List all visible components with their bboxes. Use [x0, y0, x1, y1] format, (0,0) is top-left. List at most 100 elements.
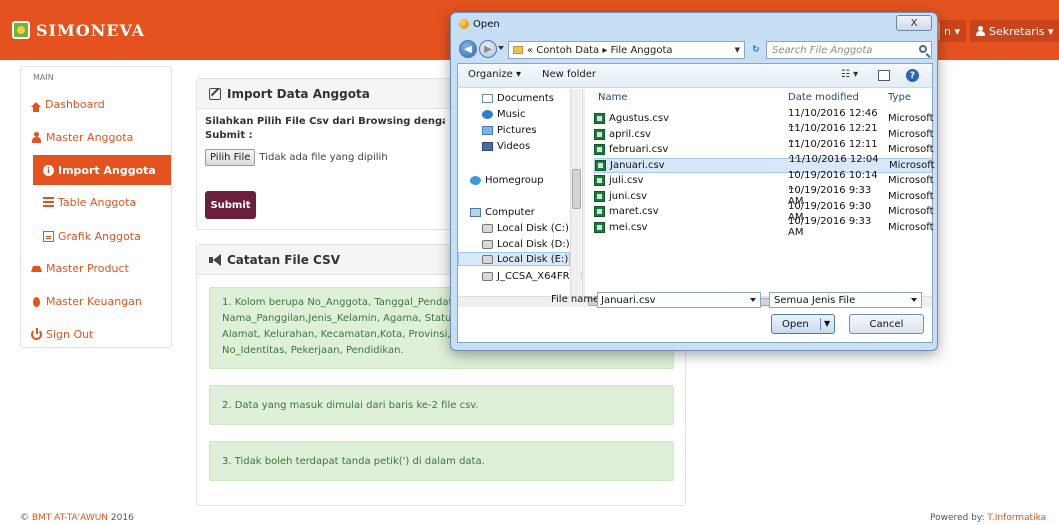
forward-arrow-icon[interactable]: ▶	[479, 40, 497, 58]
organize-menu[interactable]: Organize ▾	[468, 69, 521, 80]
fire-icon	[31, 296, 42, 307]
choose-file-button[interactable]: Pilih File	[205, 148, 256, 166]
user-icon	[976, 26, 985, 36]
home-icon	[31, 101, 41, 112]
back-arrow-icon[interactable]: ◀	[459, 40, 477, 58]
cancel-button[interactable]: Cancel	[849, 314, 924, 334]
circle-info-icon: i	[43, 164, 54, 176]
dialog-title: Open	[473, 18, 500, 30]
file-date: 10/19/2016 9:33 AM	[788, 216, 872, 238]
file-status: Tidak ada file yang dipilih	[259, 151, 388, 163]
computer-icon	[470, 207, 481, 217]
search-input[interactable]: Search File Anggota	[766, 41, 932, 59]
history-dropdown-icon[interactable]	[498, 46, 504, 50]
refresh-icon[interactable]: ↻	[748, 41, 764, 59]
file-type: Microsoft	[888, 175, 934, 186]
dialog-title-bar: Open	[459, 17, 500, 31]
search-icon[interactable]	[919, 45, 927, 53]
footer-org-link[interactable]: BMT AT-TA'AWUN	[32, 513, 108, 523]
dialog-close-button[interactable]: X	[896, 15, 932, 31]
tree-item-music[interactable]: Music	[482, 107, 525, 121]
tree-item-documents[interactable]: Documents	[482, 91, 554, 105]
file-name-input[interactable]: Januari.csv	[597, 292, 761, 308]
brand-logo-icon	[12, 21, 30, 39]
open-file-dialog: Open X ◀ ▶ « Contoh Data ▸ File Anggota …	[450, 12, 938, 351]
tree-scroll-thumb[interactable]	[572, 169, 581, 209]
sidebar-item-import-anggota[interactable]: i Import Anggota	[33, 155, 171, 185]
sidebar-item-sign-out[interactable]: Sign Out	[21, 319, 171, 349]
csv-file-icon	[594, 144, 605, 155]
sidebar: MAIN Dashboard Master Anggota i Import A…	[20, 66, 172, 348]
pane-splitter[interactable]	[582, 89, 585, 296]
tree-item-dvd[interactable]: J_CCSA_X64FRE_I	[482, 269, 582, 283]
sidebar-header: MAIN	[33, 73, 54, 82]
preview-pane-icon[interactable]	[878, 70, 890, 81]
tree-item-disk-d[interactable]: Local Disk (D:)	[482, 237, 570, 251]
sidebar-item-master-product[interactable]: Master Product	[21, 253, 171, 283]
footer-credit-link[interactable]: T.Informatika	[987, 513, 1046, 523]
tree-item-pictures[interactable]: Pictures	[482, 123, 537, 137]
tree-item-disk-e[interactable]: Local Disk (E:)	[458, 252, 570, 266]
file-name: februari.csv	[609, 144, 669, 155]
file-name: april.csv	[609, 128, 651, 140]
person-icon	[31, 131, 42, 143]
file-type-dropdown-icon[interactable]	[911, 298, 917, 302]
sidebar-item-table-anggota[interactable]: Table Anggota	[21, 187, 171, 217]
file-type: Microsoft	[888, 144, 934, 155]
address-bar[interactable]: « Contoh Data ▸ File Anggota ▼	[508, 41, 745, 59]
sidebar-item-master-keuangan[interactable]: Master Keuangan	[21, 286, 171, 316]
sidebar-item-master-anggota[interactable]: Master Anggota	[21, 122, 171, 152]
file-name: mei.csv	[609, 221, 648, 233]
column-date-modified[interactable]: Date modified	[788, 92, 859, 103]
sidebar-item-grafik-anggota[interactable]: Grafik Anggota	[21, 221, 171, 251]
address-dropdown-icon[interactable]: ▼	[735, 46, 740, 54]
user-menu-label: Sekretaris	[989, 24, 1045, 38]
disk-icon	[482, 223, 493, 233]
file-picker: Pilih File Tidak ada file yang dipilih	[205, 148, 388, 166]
file-type: Microsoft	[888, 113, 934, 124]
note-2: 2. Data yang masuk dimulai dari baris ke…	[209, 385, 674, 425]
view-options-icon[interactable]: ☷ ▾	[841, 69, 858, 80]
tree-item-disk-c[interactable]: Local Disk (C:)	[482, 221, 569, 235]
tree-item-homegroup[interactable]: Homegroup	[470, 173, 544, 187]
submit-button[interactable]: Submit	[205, 191, 256, 219]
nav-user-menu-partial[interactable]: n ▾	[940, 20, 966, 42]
file-name: juli.csv	[609, 175, 644, 186]
new-folder-button[interactable]: New folder	[542, 69, 596, 80]
file-name: maret.csv	[609, 206, 659, 217]
import-instruction: Silahkan Pilih File Csv dari Browsing de…	[205, 116, 445, 141]
csv-file-icon	[594, 175, 605, 186]
open-button[interactable]: Open ▼	[771, 314, 835, 334]
file-type: Microsoft	[889, 159, 935, 171]
column-name[interactable]: Name	[598, 92, 628, 103]
sidebar-item-dashboard[interactable]: Dashboard	[21, 89, 171, 119]
file-type: Microsoft	[888, 206, 934, 217]
pictures-icon	[482, 125, 493, 135]
address-path: « Contoh Data ▸ File Anggota	[527, 44, 673, 56]
csv-file-icon	[594, 128, 605, 140]
bullhorn-icon	[209, 253, 221, 266]
tree-item-videos[interactable]: Videos	[482, 139, 530, 153]
note-3: 3. Tidak boleh terdapat tanda petik(') d…	[209, 441, 674, 481]
file-name-dropdown-icon[interactable]	[750, 298, 756, 302]
footer-powered-by: Powered by: T.Informatika	[930, 513, 1047, 523]
tree-item-computer[interactable]: Computer	[470, 205, 535, 219]
edit-icon	[209, 87, 221, 100]
csv-file-icon	[594, 190, 605, 202]
tree-scrollbar[interactable]	[570, 89, 581, 296]
dialog-toolbar: Organize ▾ New folder ☷ ▾ ?	[458, 64, 932, 88]
brand[interactable]: SIMONEVA	[12, 20, 145, 40]
file-type-select[interactable]: Semua Jenis File	[769, 292, 922, 308]
file-name: Januari.csv	[610, 159, 665, 171]
csv-file-icon	[595, 159, 606, 171]
help-icon[interactable]: ?	[906, 69, 919, 82]
file-row[interactable]: mei.csv 10/19/2016 9:33 AM Microsoft	[594, 216, 934, 238]
csv-file-icon	[594, 113, 605, 124]
column-type[interactable]: Type	[888, 92, 911, 103]
file-type: Microsoft	[888, 190, 934, 202]
file-type: Microsoft	[888, 221, 934, 233]
open-dropdown-icon[interactable]: ▼	[824, 319, 830, 328]
footer-copyright: © BMT AT-TA'AWUN 2016	[20, 513, 134, 523]
user-menu[interactable]: Sekretaris ▾	[970, 20, 1059, 42]
homegroup-icon	[470, 175, 481, 185]
